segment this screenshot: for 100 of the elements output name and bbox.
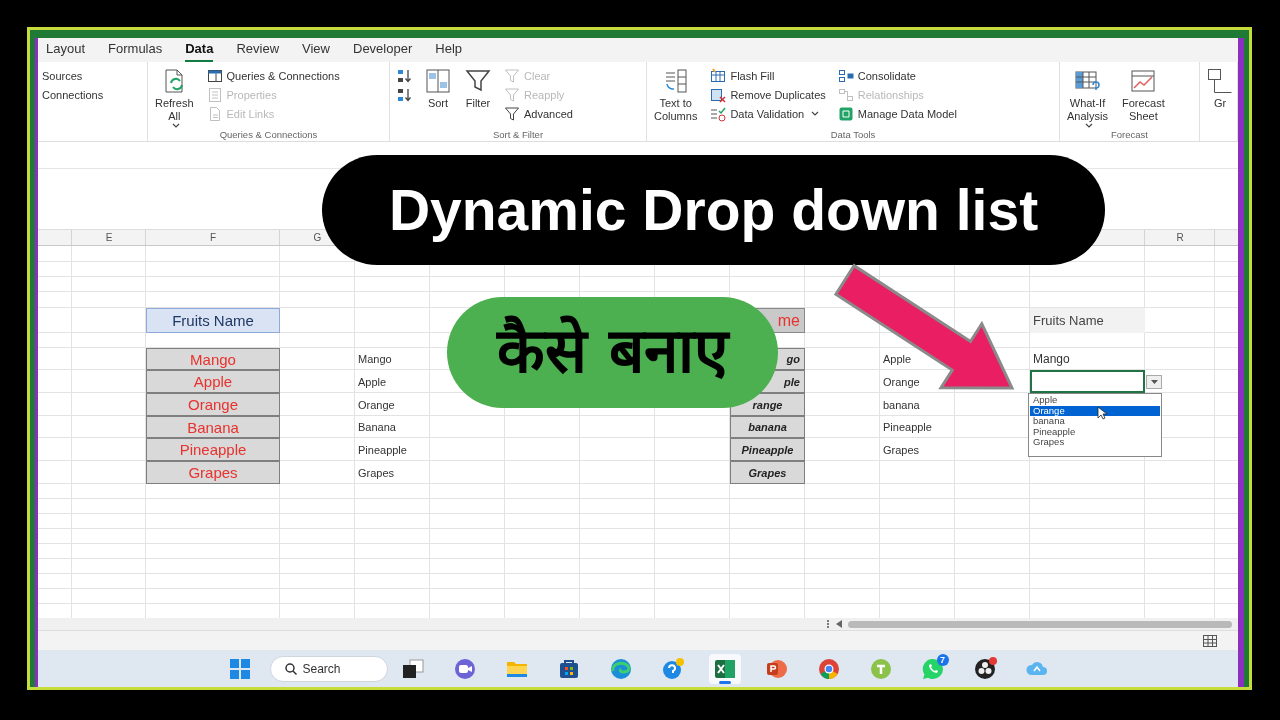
funnel-icon	[504, 67, 520, 84]
active-indicator	[718, 680, 731, 684]
ribbon-button[interactable]: Sort	[422, 66, 454, 112]
ribbon-button[interactable]: Manage Data Model	[835, 104, 959, 123]
table-cell: Orange	[146, 393, 280, 416]
grid-view-icon[interactable]	[1203, 634, 1217, 647]
table-cell: Mango	[146, 348, 280, 370]
ribbon-button[interactable]: Advanced	[502, 104, 575, 123]
ribbon-tab[interactable]: Help	[435, 41, 462, 62]
search-placeholder: Search	[302, 661, 341, 676]
taskbar-button[interactable]: 7	[916, 653, 949, 684]
ribbon-button[interactable]: Queries & Connections	[204, 66, 342, 85]
sort-ascending-icon	[396, 67, 412, 84]
chat-phone-icon	[920, 656, 945, 681]
caret-icon	[1150, 380, 1158, 384]
table-cell: Grapes	[146, 461, 280, 484]
table-cell-text: Banana	[357, 420, 397, 435]
table-cell-text: banana	[882, 397, 921, 413]
active-cell[interactable]	[1030, 370, 1145, 393]
search-field[interactable]: Search	[269, 655, 388, 682]
table-cell: Pineapple	[730, 438, 805, 461]
cube-icon	[837, 105, 854, 122]
sort-icon	[425, 68, 451, 94]
table-cell: banana	[730, 416, 805, 438]
scrollbar-thumb[interactable]	[848, 620, 1232, 628]
chevron-down-icon	[171, 123, 180, 129]
ribbon-button[interactable]: Gr	[1204, 66, 1236, 112]
ribbon-button[interactable]: Sources	[40, 66, 106, 85]
browser-circle-icon	[816, 656, 841, 681]
ribbon-button[interactable]: Consolidate	[835, 66, 959, 85]
app-circle-icon	[868, 656, 893, 681]
ribbon-tab[interactable]: Developer	[353, 41, 413, 62]
table-icon	[206, 67, 223, 84]
scroll-left-icon[interactable]	[836, 620, 842, 628]
ribbon-tab[interactable]: Formulas	[108, 41, 163, 62]
split-handle-icon[interactable]	[826, 619, 830, 629]
funnel-icon	[465, 68, 491, 94]
table-cell-text: Grapes	[882, 442, 921, 458]
ribbon-button[interactable]: What-If Analysis	[1064, 66, 1111, 134]
chevron-down-icon	[1085, 123, 1093, 129]
group-label: Data Tools	[829, 128, 877, 141]
help-bubble-icon	[660, 656, 685, 681]
dropdown-button[interactable]	[1146, 375, 1162, 389]
table-cell: Pineapple	[146, 438, 280, 461]
table-cell-text: Orange	[357, 397, 396, 413]
ribbon-button[interactable]: Refresh All	[152, 66, 197, 134]
funnel-icon	[504, 105, 520, 122]
cursor-icon	[1097, 406, 1107, 420]
table-header-cell: Fruits Name	[1030, 308, 1145, 333]
video-chat-icon	[452, 656, 477, 681]
table-header-cell: Fruits Name	[146, 308, 280, 333]
ribbon-button[interactable]: Text to Columns	[651, 66, 701, 125]
column-header[interactable]: E	[105, 232, 113, 243]
dropdown-option[interactable]: banana	[1030, 416, 1160, 427]
table-cell: Apple	[146, 370, 280, 393]
dropdown-option[interactable]: Grapes	[1030, 437, 1160, 448]
ribbon-button[interactable]: Remove Duplicates	[708, 85, 828, 104]
dropdown-option[interactable]: Apple	[1030, 395, 1160, 406]
group-label: Sort & Filter	[491, 128, 545, 141]
table-cell: Banana	[146, 416, 280, 438]
table-cell-text: Pineapple	[882, 420, 933, 435]
funnel-icon	[504, 86, 520, 103]
table-cell-text: Orange	[882, 374, 921, 390]
dropdown-option[interactable]: Pineapple	[1030, 426, 1160, 437]
browser-swirl-icon	[608, 656, 633, 681]
table-cell-text: Apple	[882, 352, 913, 367]
group-label: Queries & Connections	[218, 128, 319, 141]
table-cell-text: Mango	[357, 352, 393, 367]
ribbon-button[interactable]: Connections	[40, 85, 106, 104]
table-cell-text: Mango	[1032, 351, 1071, 368]
relationships-icon	[837, 86, 854, 103]
table-cell: Grapes	[730, 461, 805, 484]
group-label: Forecast	[1110, 128, 1149, 141]
column-header[interactable]: R	[1176, 232, 1184, 243]
four-squares-icon[interactable]	[227, 656, 252, 681]
flash-fill-icon	[710, 67, 727, 84]
chevron-down-icon	[811, 110, 820, 117]
table-cell-text: Grapes	[357, 465, 396, 481]
notification-badge: 7	[936, 653, 949, 666]
search-icon	[284, 662, 297, 675]
task-view-icon	[400, 656, 425, 681]
ribbon-button[interactable]: Filter	[462, 66, 494, 112]
ribbon-tab[interactable]: Data	[185, 41, 214, 62]
list-icon	[206, 86, 223, 103]
ribbon-button[interactable]: Flash Fill	[708, 66, 828, 85]
column-header[interactable]: G	[313, 232, 322, 243]
ribbon-button[interactable]: Forecast Sheet	[1118, 66, 1168, 125]
column-header[interactable]: F	[209, 232, 217, 243]
ribbon-tab[interactable]: Review	[236, 41, 280, 62]
remove-duplicates-icon	[710, 86, 727, 103]
sort-descending-icon	[396, 86, 412, 103]
table-cell-text: Apple	[357, 374, 388, 390]
dropdown-option[interactable]: Orange	[1030, 405, 1160, 416]
table-cell-text: Pineapple	[357, 442, 408, 458]
ribbon-tab[interactable]: Layout	[46, 41, 86, 62]
ribbon-tab[interactable]: View	[302, 41, 330, 62]
title-banner: Dynamic Drop down list	[322, 155, 1105, 265]
group-icon	[1207, 68, 1233, 94]
ribbon-button[interactable]: Data Validation	[708, 104, 828, 123]
checklist-icon	[710, 105, 727, 122]
